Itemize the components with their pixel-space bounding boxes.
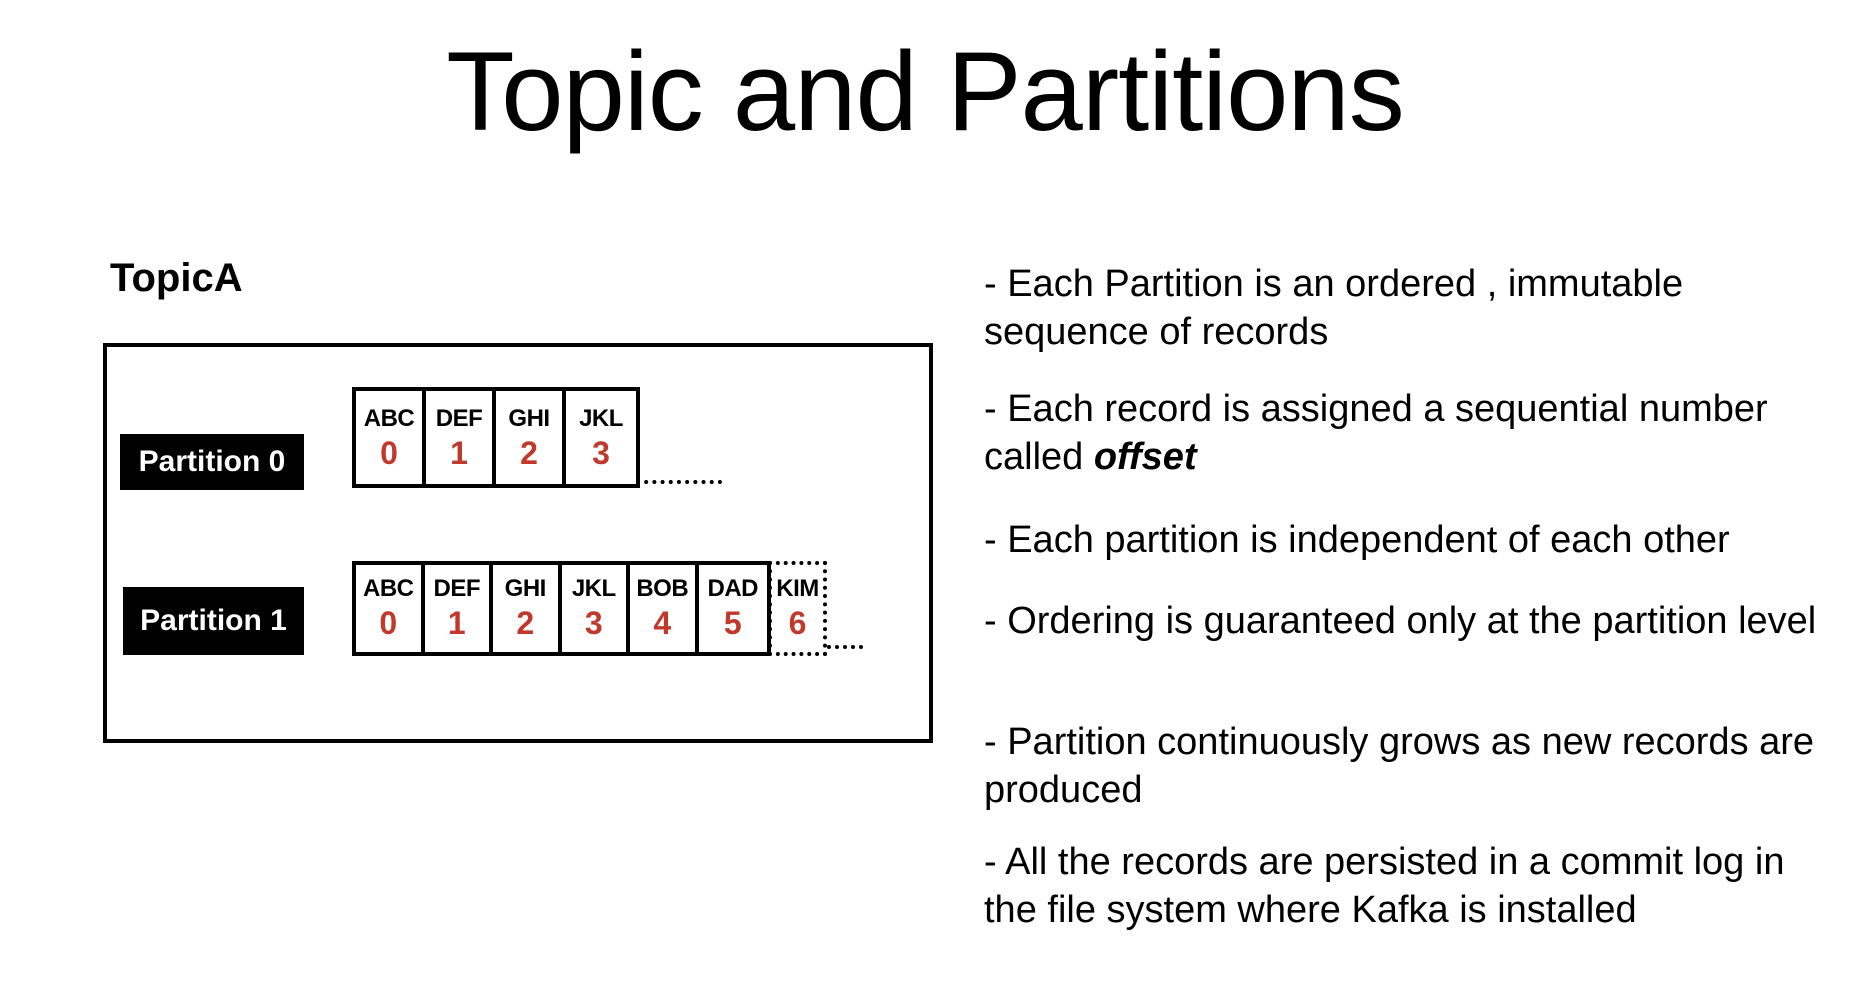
bullet-item: - All the records are persisted in a com… <box>984 838 1844 934</box>
record-offset: 5 <box>723 605 742 641</box>
bullet-item: - Each record is assigned a sequential n… <box>984 385 1844 481</box>
record-cell: JKL 3 <box>566 391 636 484</box>
record-offset: 3 <box>592 435 610 471</box>
partition-1-label: Partition 1 <box>123 587 304 655</box>
bullet-item: - Each partition is independent of each … <box>984 516 1844 564</box>
record-key: DAD <box>707 575 759 602</box>
record-key: GHI <box>508 405 550 432</box>
record-cell: DAD 5 <box>699 565 768 652</box>
record-cell: DEF 1 <box>425 565 493 652</box>
bullet-text: - Each Partition is an ordered , immutab… <box>984 263 1684 353</box>
record-offset: 0 <box>379 605 398 641</box>
record-key: ABC <box>363 405 415 432</box>
pending-record-cell: KIM 6 <box>768 561 827 656</box>
record-cell: ABC 0 <box>356 391 426 484</box>
topic-name: TopicA <box>110 256 243 300</box>
bullet-text: - All the records are persisted in a com… <box>984 841 1785 931</box>
record-offset: 0 <box>380 435 398 471</box>
bullet-text: - Each partition is independent of each … <box>984 519 1730 561</box>
record-offset: 2 <box>516 605 535 641</box>
record-key: ABC <box>363 575 414 602</box>
partition-0-label: Partition 0 <box>120 434 304 490</box>
record-offset: 6 <box>788 605 807 641</box>
partition-1-records: ABC 0 DEF 1 GHI 2 JKL 3 BOB 4 DAD 5 <box>352 561 771 656</box>
record-cell: JKL 3 <box>562 565 630 652</box>
record-offset: 3 <box>584 605 603 641</box>
bullet-item: - Partition continuously grows as new re… <box>984 718 1844 814</box>
bullet-item: - Ordering is guaranteed only at the par… <box>984 597 1844 645</box>
record-offset: 4 <box>653 605 672 641</box>
record-offset: 1 <box>450 435 468 471</box>
bullet-text: - Ordering is guaranteed only at the par… <box>984 600 1817 642</box>
record-key: JKL <box>571 575 616 602</box>
record-key: JKL <box>579 405 623 432</box>
record-cell: BOB 4 <box>630 565 699 652</box>
record-key: DEF <box>433 575 481 602</box>
partition-1-continuation-dots <box>827 645 863 649</box>
bullet-item: - Each Partition is an ordered , immutab… <box>984 260 1844 356</box>
record-offset: 1 <box>447 605 466 641</box>
bullet-text: - Partition continuously grows as new re… <box>984 721 1815 811</box>
record-cell: GHI 2 <box>493 565 562 652</box>
record-key: GHI <box>504 575 547 602</box>
record-key: BOB <box>636 575 689 602</box>
slide-title: Topic and Partitions <box>446 29 1404 154</box>
record-cell: GHI 2 <box>496 391 566 484</box>
record-key: DEF <box>435 405 483 432</box>
partition-0-continuation-dots <box>636 480 722 484</box>
record-offset: 2 <box>520 435 538 471</box>
record-cell: ABC 0 <box>356 565 425 652</box>
record-cell: DEF 1 <box>426 391 496 484</box>
partition-0-records: ABC 0 DEF 1 GHI 2 JKL 3 <box>352 387 640 488</box>
bullet-emphasis: offset <box>1093 436 1197 478</box>
record-key: KIM <box>776 575 819 602</box>
